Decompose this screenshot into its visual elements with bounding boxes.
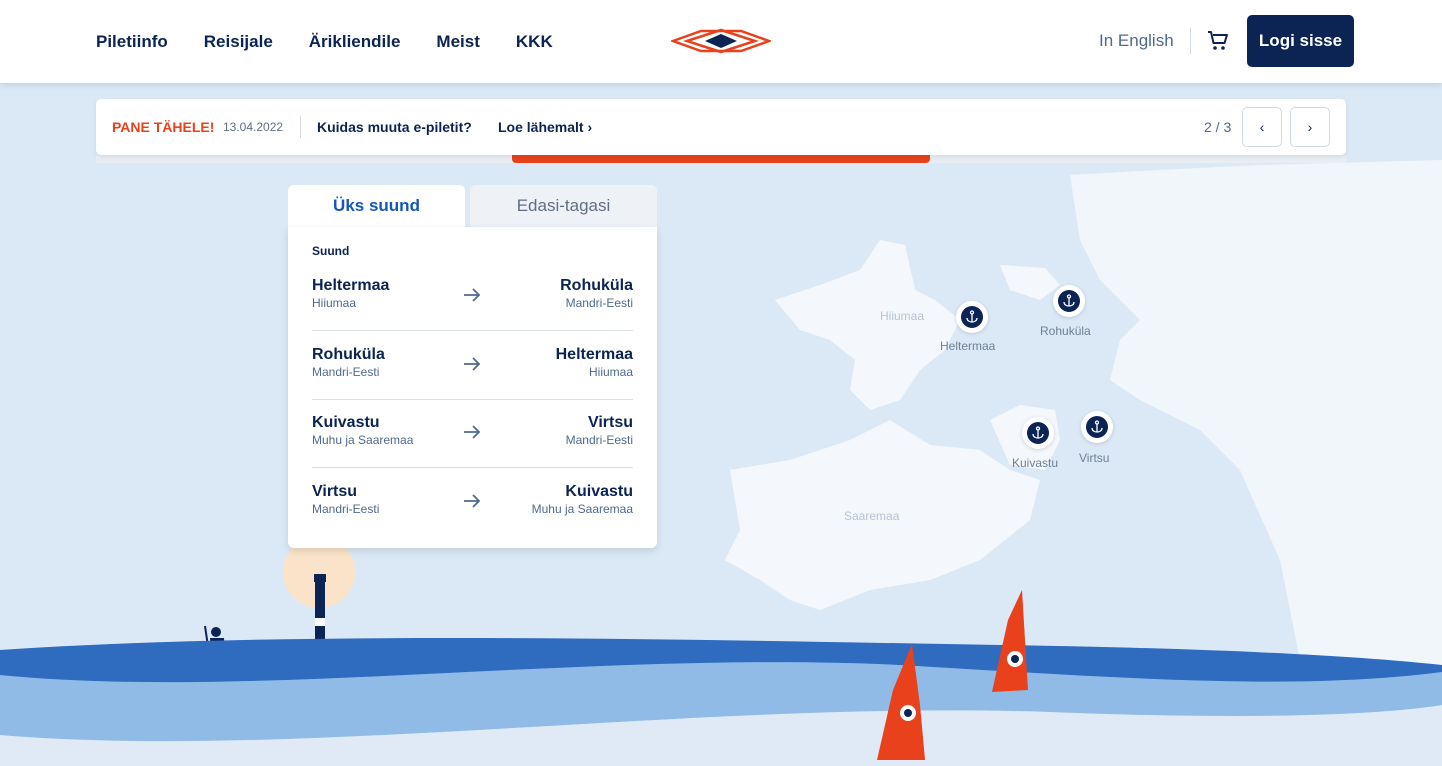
tab-one-way[interactable]: Üks suund [288, 185, 465, 227]
arrow-right-icon [464, 288, 481, 302]
route-option[interactable]: Virtsu Mandri-Eesti Kuivastu Muhu ja Saa… [312, 469, 633, 537]
port-marker-rohukula[interactable] [1053, 285, 1085, 317]
destination-city: Heltermaa [555, 346, 633, 363]
notice-read-more-label: Loe lähemalt [498, 119, 584, 135]
origin-region: Mandri-Eesti [312, 502, 380, 516]
origin-region: Muhu ja Saaremaa [312, 433, 414, 447]
nav-item-meist[interactable]: Meist [436, 32, 479, 52]
anchor-icon [1091, 420, 1103, 433]
route-origin: Virtsu Mandri-Eesti [312, 483, 379, 516]
island-label-saaremaa: Saaremaa [844, 509, 900, 523]
chevron-right-icon: › [587, 119, 593, 135]
port-marker-kuivastu[interactable] [1022, 417, 1054, 449]
arrow-right-icon [464, 425, 481, 439]
main-nav: Piletiinfo Reisijale Ärikliendile Meist … [96, 0, 553, 83]
map-illustration [0, 83, 1442, 766]
notice-message: Kuidas muuta e-piletit? [317, 119, 472, 135]
origin-city: Rohuküla [312, 346, 385, 363]
route-origin: Rohuküla Mandri-Eesti [312, 346, 385, 379]
anchor-icon [1032, 426, 1044, 439]
origin-city: Virtsu [312, 483, 358, 500]
port-label-virtsu: Virtsu [1079, 451, 1110, 465]
route-destination: Heltermaa Hiiumaa [556, 346, 633, 379]
notice-bar: PANE TÄHELE! 13.04.2022 Kuidas muuta e-p… [96, 99, 1346, 155]
destination-region: Muhu ja Saaremaa [531, 502, 633, 516]
language-switch[interactable]: In English [1099, 31, 1174, 51]
route-option[interactable]: Rohuküla Mandri-Eesti Heltermaa Hiiumaa [312, 332, 633, 400]
route-origin: Heltermaa Hiiumaa [312, 277, 389, 310]
port-marker-heltermaa[interactable] [956, 301, 988, 333]
direction-tabs: Üks suund Edasi-tagasi [288, 185, 657, 227]
notice-tag: PANE TÄHELE! [112, 119, 215, 135]
route-destination: Virtsu Mandri-Eesti [566, 414, 633, 447]
route-option[interactable]: Kuivastu Muhu ja Saaremaa Virtsu Mandri-… [312, 400, 633, 468]
port-label-rohukula: Rohuküla [1040, 324, 1091, 338]
site-header: Piletiinfo Reisijale Ärikliendile Meist … [0, 0, 1442, 83]
nav-item-kkk[interactable]: KKK [516, 32, 553, 52]
route-section-label: Suund [312, 244, 350, 258]
nav-item-piletiinfo[interactable]: Piletiinfo [96, 32, 168, 52]
tab-round-trip[interactable]: Edasi-tagasi [470, 185, 657, 227]
route-destination: Kuivastu Muhu ja Saaremaa [532, 483, 633, 516]
notice-read-more-link[interactable]: Loe lähemalt › [498, 119, 592, 135]
arrow-right-icon [464, 357, 481, 371]
brand-logo[interactable] [671, 28, 771, 54]
notice-divider [300, 116, 301, 138]
port-label-heltermaa: Heltermaa [940, 339, 996, 353]
port-marker-virtsu[interactable] [1081, 411, 1113, 443]
port-label-kuivastu: Kuivastu [1012, 456, 1059, 470]
origin-city: Kuivastu [312, 414, 380, 431]
anchor-icon [966, 310, 978, 323]
destination-region: Hiiumaa [588, 365, 633, 379]
chevron-right-icon: › [1307, 119, 1313, 135]
destination-city: Virtsu [587, 414, 633, 431]
origin-region: Hiiumaa [312, 296, 357, 310]
route-destination: Rohuküla Mandri-Eesti [560, 277, 633, 310]
route-panel: Suund Heltermaa Hiiumaa Rohuküla Mandri-… [288, 227, 657, 548]
destination-city: Kuivastu [565, 483, 633, 500]
login-button[interactable]: Logi sisse [1247, 15, 1354, 67]
notice-prev-button[interactable]: ‹ [1242, 107, 1282, 147]
notice-pager: 2 / 3 [1204, 119, 1232, 135]
anchor-icon [1063, 294, 1075, 307]
nav-item-arikliendile[interactable]: Ärikliendile [309, 32, 401, 52]
cart-icon[interactable] [1206, 29, 1230, 53]
route-origin: Kuivastu Muhu ja Saaremaa [312, 414, 413, 447]
notice-date: 13.04.2022 [223, 120, 284, 134]
nav-item-reisijale[interactable]: Reisijale [204, 32, 273, 52]
header-divider [1190, 28, 1191, 54]
destination-city: Rohuküla [560, 277, 633, 294]
origin-city: Heltermaa [312, 277, 390, 294]
chevron-left-icon: ‹ [1259, 119, 1265, 135]
notice-progress-bar [512, 155, 930, 163]
destination-region: Mandri-Eesti [565, 296, 633, 310]
route-option[interactable]: Heltermaa Hiiumaa Rohuküla Mandri-Eesti [312, 263, 633, 331]
island-label-hiiumaa: Hiiumaa [880, 309, 925, 323]
destination-region: Mandri-Eesti [565, 433, 633, 447]
origin-region: Mandri-Eesti [312, 365, 380, 379]
arrow-right-icon [464, 494, 481, 508]
notice-next-button[interactable]: › [1290, 107, 1330, 147]
